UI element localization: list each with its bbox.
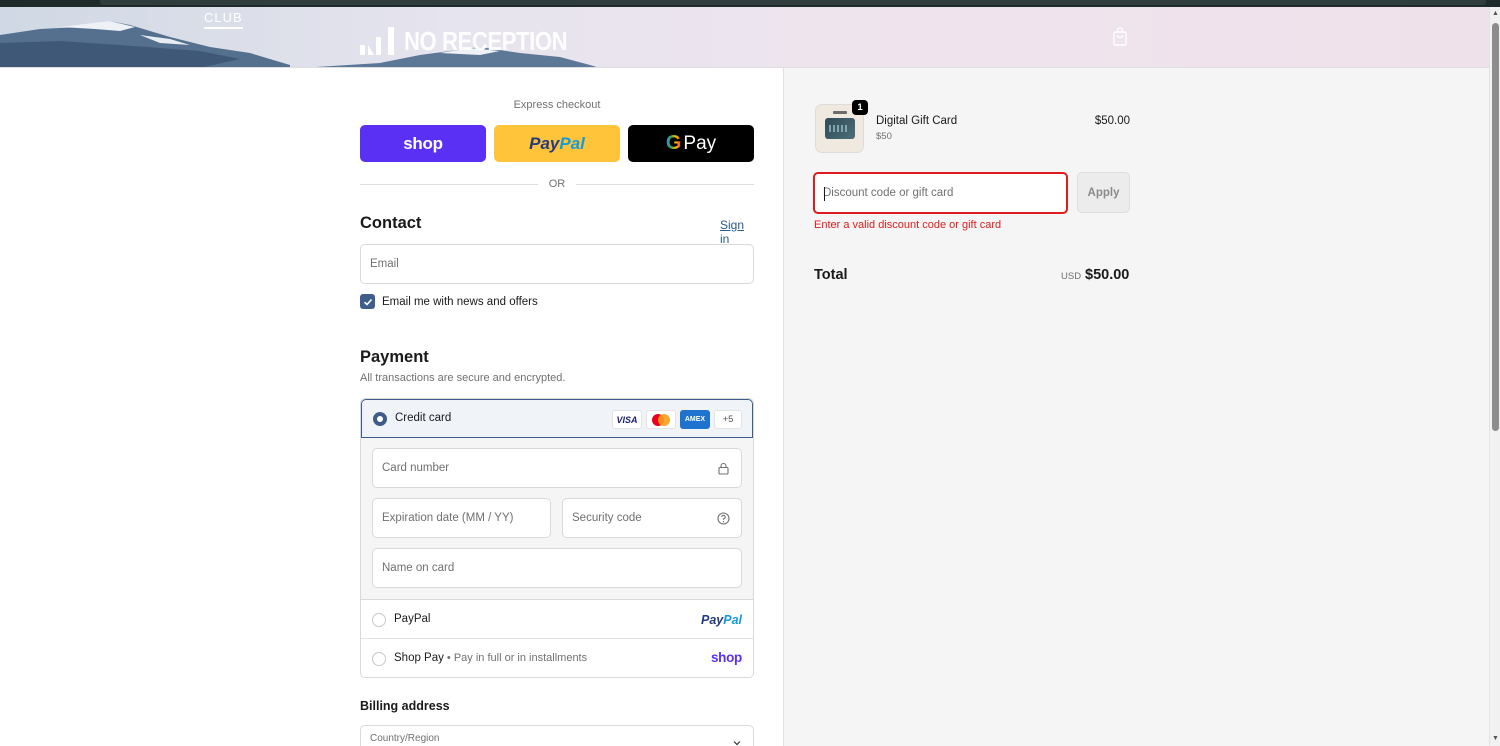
help-circle-icon[interactable]	[717, 512, 730, 525]
or-divider: OR	[360, 178, 754, 190]
discount-code-field[interactable]	[813, 172, 1068, 214]
visa-icon: VISA	[612, 410, 642, 429]
divider-line-right	[576, 184, 754, 185]
country-region-select[interactable]: Country/Region	[360, 725, 754, 746]
divider-line-left	[360, 184, 538, 185]
credit-card-label: Credit card	[395, 412, 452, 424]
sign-in-link[interactable]: Sign in	[720, 218, 754, 246]
name-on-card-input[interactable]	[373, 549, 741, 587]
browser-top-strip	[0, 0, 1500, 7]
product-variant: $50	[876, 131, 892, 142]
shop-pay-radio[interactable]	[372, 652, 386, 666]
discount-error-message: Enter a valid discount code or gift card	[814, 219, 1002, 231]
shop-pay-option-label: Shop Pay • Pay in full or in installment…	[394, 652, 588, 664]
mastercard-icon	[646, 410, 676, 429]
shop-pay-logo: shop	[403, 133, 443, 153]
email-input[interactable]	[361, 245, 753, 283]
total-value: $50.00	[1085, 267, 1130, 283]
shop-pay-logo-icon: shop	[710, 650, 742, 665]
total-label: Total	[814, 267, 848, 283]
paypal-logo-part-1: Pay	[529, 133, 560, 153]
newsletter-label: Email me with news and offers	[382, 295, 538, 308]
browser-top-strip-inner	[100, 0, 1486, 5]
paypal-option[interactable]: PayPal PayPal	[361, 600, 753, 639]
logo-club-text: CLUB	[204, 11, 243, 29]
email-field[interactable]	[360, 244, 754, 284]
name-on-card-field[interactable]	[372, 548, 742, 588]
shop-pay-button[interactable]: shop	[360, 125, 486, 162]
google-pay-button[interactable]: G Pay	[628, 125, 754, 162]
logo-mark-icon	[360, 27, 394, 55]
payment-methods: Credit card VISA AMEX +5 Card number Exp…	[360, 398, 754, 678]
security-code-input[interactable]	[563, 499, 741, 537]
order-summary-panel	[783, 68, 1489, 746]
scrollbar-thumb[interactable]	[1492, 23, 1499, 431]
billing-address-title: Billing address	[360, 699, 450, 713]
store-logo[interactable]: NO RECEPTION	[360, 21, 596, 55]
paypal-logo-icon: PayPal	[700, 613, 742, 627]
text-caret	[824, 187, 825, 201]
credit-card-form	[361, 438, 753, 600]
expiration-date-input[interactable]	[373, 499, 550, 537]
newsletter-checkbox-row[interactable]: Email me with news and offers	[360, 294, 538, 309]
country-region-label: Country/Region	[370, 733, 440, 744]
card-number-input[interactable]	[373, 449, 741, 487]
lock-icon	[718, 462, 729, 475]
contact-title: Contact	[360, 214, 422, 232]
paypal-radio[interactable]	[372, 613, 386, 627]
shop-pay-option[interactable]: Shop Pay • Pay in full or in installment…	[361, 639, 753, 677]
payment-subtitle: All transactions are secure and encrypte…	[360, 372, 566, 384]
product-name: Digital Gift Card	[876, 115, 958, 127]
header-banner: NO RECEPTION CLUB	[0, 7, 1489, 68]
gift-card-logo	[833, 111, 847, 114]
newsletter-checkbox[interactable]	[360, 294, 375, 309]
scroll-up-arrow-icon[interactable]: ▲	[1491, 9, 1500, 18]
more-brands-badge: +5	[714, 410, 742, 429]
or-label: OR	[548, 178, 566, 190]
paypal-button[interactable]: Pay Pal	[494, 125, 620, 162]
paypal-option-label: PayPal	[394, 613, 431, 625]
apply-discount-button[interactable]: Apply	[1077, 172, 1130, 213]
chevron-down-icon	[733, 741, 741, 746]
card-number-field[interactable]	[372, 448, 742, 488]
checkmark-icon	[363, 298, 372, 306]
scroll-down-arrow-icon[interactable]: ▼	[1491, 734, 1500, 743]
discount-code-input[interactable]	[815, 174, 1066, 212]
express-checkout-label: Express checkout	[513, 99, 601, 111]
amex-icon: AMEX	[680, 410, 710, 429]
mastercard-circles-icon	[652, 413, 670, 426]
credit-card-radio[interactable]	[373, 412, 387, 426]
quantity-badge: 1	[852, 100, 868, 115]
shopping-bag-icon[interactable]	[1110, 27, 1130, 47]
payment-title: Payment	[360, 348, 429, 366]
credit-card-option[interactable]: Credit card VISA AMEX +5	[361, 399, 753, 438]
product-price: $50.00	[1094, 115, 1130, 127]
google-g-icon: G	[665, 132, 682, 154]
paypal-logo-part-2: Pal	[559, 133, 585, 153]
total-currency: USD	[1061, 271, 1082, 282]
expiration-date-field[interactable]	[372, 498, 551, 538]
gift-card-image	[825, 118, 855, 139]
logo-text: NO RECEPTION	[404, 26, 568, 56]
security-code-field[interactable]	[562, 498, 742, 538]
google-pay-label: Pay	[683, 132, 717, 154]
page-scrollbar[interactable]: ▲ ▼	[1489, 7, 1500, 746]
